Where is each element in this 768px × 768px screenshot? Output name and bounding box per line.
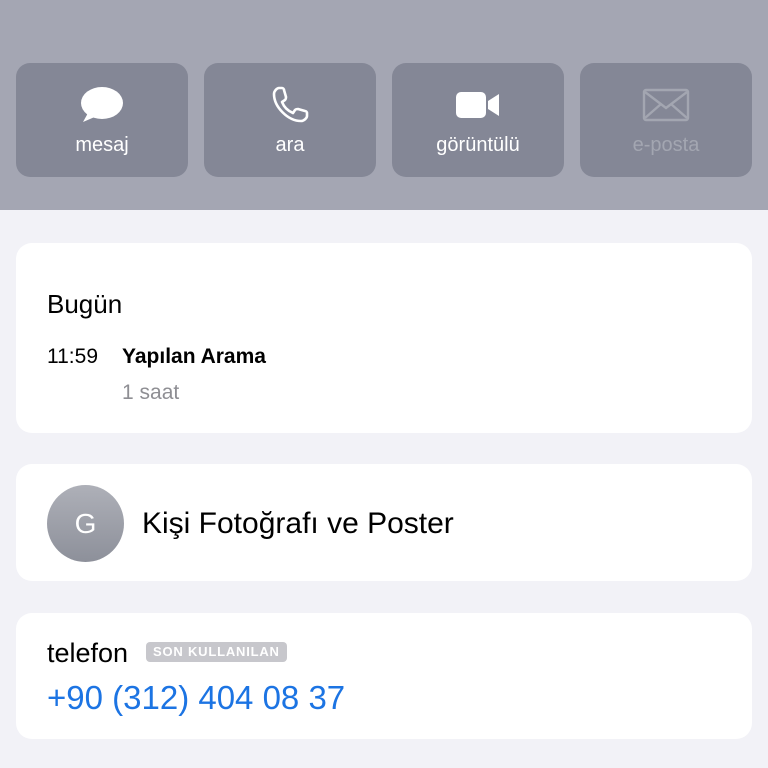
call-button[interactable]: ara bbox=[204, 63, 376, 177]
email-label: e-posta bbox=[632, 134, 700, 156]
phone-label: telefon bbox=[47, 638, 129, 668]
phone-number-link[interactable]: +90 (312) 404 08 37 bbox=[47, 679, 345, 717]
call-type: Yapılan Arama bbox=[122, 345, 266, 368]
recent-calls-card: Bugün 11:59 Yapılan Arama 1 saat bbox=[16, 243, 752, 433]
video-camera-icon bbox=[392, 85, 564, 125]
message-button[interactable]: mesaj bbox=[16, 63, 188, 177]
video-call-label: görüntülü bbox=[436, 134, 520, 156]
video-call-button[interactable]: görüntülü bbox=[392, 63, 564, 177]
call-duration: 1 saat bbox=[122, 381, 180, 404]
recently-used-badge: SON KULLANILAN bbox=[146, 642, 287, 662]
contact-photo-poster-label: Kişi Fotoğrafı ve Poster bbox=[142, 507, 454, 540]
quick-actions: mesaj ara görüntülü e-posta bbox=[16, 63, 752, 177]
call-time: 11:59 bbox=[47, 345, 98, 368]
avatar: G bbox=[47, 485, 124, 562]
message-label: mesaj bbox=[75, 134, 129, 156]
phone-icon bbox=[204, 85, 376, 125]
email-button[interactable]: e-posta bbox=[580, 63, 752, 177]
message-bubble-icon bbox=[16, 85, 188, 125]
envelope-icon bbox=[580, 85, 752, 125]
call-label: ara bbox=[275, 134, 305, 156]
contact-header: mesaj ara görüntülü e-posta bbox=[0, 0, 768, 210]
phone-number-row[interactable]: telefon SON KULLANILAN +90 (312) 404 08 … bbox=[16, 613, 752, 739]
recents-day: Bugün bbox=[47, 289, 123, 319]
contact-photo-poster-row[interactable]: G Kişi Fotoğrafı ve Poster bbox=[16, 464, 752, 581]
